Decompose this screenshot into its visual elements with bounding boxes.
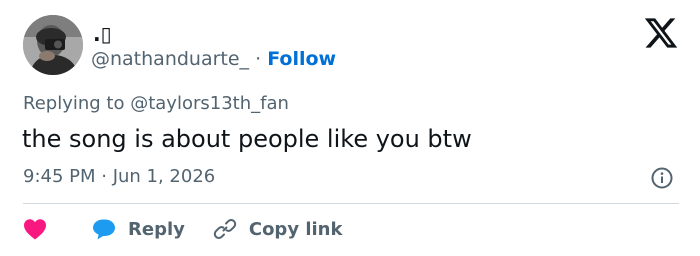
heart-icon — [24, 219, 46, 240]
avatar-photo — [23, 15, 83, 75]
tweet-text: the song is about people like you btw — [22, 125, 472, 153]
separator-dot: · — [255, 48, 262, 70]
action-bar: Reply Copy link — [23, 214, 342, 244]
replying-to: Replying to @taylors13th_fan — [23, 92, 289, 116]
follow-button[interactable]: Follow — [267, 48, 336, 70]
divider — [23, 203, 679, 204]
tweet-timestamp[interactable]: 9:45 PM · Jun 1, 2026 — [23, 165, 215, 189]
like-button[interactable] — [23, 218, 57, 240]
display-name[interactable]: .▯ — [93, 22, 112, 46]
reply-button[interactable]: Reply — [92, 218, 185, 240]
link-icon — [213, 219, 237, 239]
replying-to-label: Replying to — [23, 93, 125, 114]
avatar[interactable] — [23, 15, 83, 75]
reply-label: Reply — [128, 218, 185, 240]
handle-row: @nathanduarte_ · Follow — [91, 47, 336, 71]
user-handle[interactable]: @nathanduarte_ — [91, 48, 249, 70]
x-logo-icon[interactable] — [643, 15, 679, 51]
copy-link-button[interactable]: Copy link — [213, 217, 343, 241]
reply-bubble-icon — [93, 219, 115, 240]
copy-link-label: Copy link — [248, 218, 343, 240]
info-icon[interactable] — [650, 166, 674, 190]
replying-to-mention[interactable]: @taylors13th_fan — [130, 93, 289, 114]
